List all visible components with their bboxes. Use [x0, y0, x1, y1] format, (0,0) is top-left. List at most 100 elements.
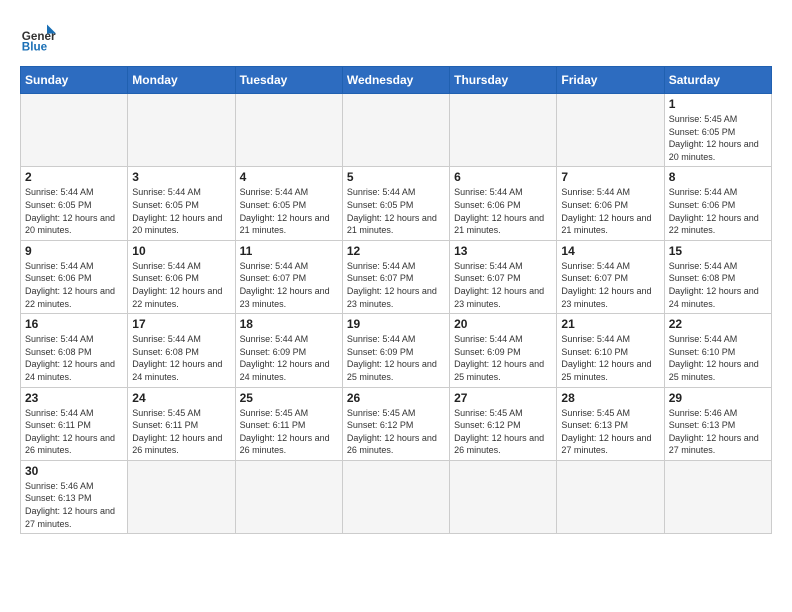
calendar-day-header: Friday: [557, 67, 664, 94]
calendar-day-cell: 26 Sunrise: 5:45 AM Sunset: 6:12 PM Dayli…: [342, 387, 449, 460]
calendar-day-cell: [342, 94, 449, 167]
day-number: 20: [454, 317, 552, 331]
day-info: Sunrise: 5:44 AM Sunset: 6:06 PM Dayligh…: [454, 186, 552, 236]
calendar-day-header: Sunday: [21, 67, 128, 94]
day-info: Sunrise: 5:44 AM Sunset: 6:09 PM Dayligh…: [347, 333, 445, 383]
calendar-day-cell: 10 Sunrise: 5:44 AM Sunset: 6:06 PM Dayli…: [128, 240, 235, 313]
calendar-day-cell: [450, 460, 557, 533]
calendar-day-cell: 11Sunrise: 5:44 AM Sunset: 6:07 PM Dayli…: [235, 240, 342, 313]
svg-text:Blue: Blue: [22, 41, 48, 54]
day-number: 18: [240, 317, 338, 331]
calendar-week-row: 9 Sunrise: 5:44 AM Sunset: 6:06 PM Daylig…: [21, 240, 772, 313]
day-number: 13: [454, 244, 552, 258]
calendar-day-cell: 4 Sunrise: 5:44 AM Sunset: 6:05 PM Daylig…: [235, 167, 342, 240]
calendar-day-cell: 3 Sunrise: 5:44 AM Sunset: 6:05 PM Daylig…: [128, 167, 235, 240]
day-number: 30: [25, 464, 123, 478]
calendar-day-cell: [557, 460, 664, 533]
day-info: Sunrise: 5:44 AM Sunset: 6:10 PM Dayligh…: [669, 333, 767, 383]
day-number: 26: [347, 391, 445, 405]
calendar-day-cell: 21 Sunrise: 5:44 AM Sunset: 6:10 PM Dayli…: [557, 314, 664, 387]
day-number: 25: [240, 391, 338, 405]
calendar-day-cell: 22 Sunrise: 5:44 AM Sunset: 6:10 PM Dayli…: [664, 314, 771, 387]
calendar-day-cell: 17Sunrise: 5:44 AM Sunset: 6:08 PM Dayli…: [128, 314, 235, 387]
calendar-day-cell: 2 Sunrise: 5:44 AM Sunset: 6:05 PM Daylig…: [21, 167, 128, 240]
day-number: 19: [347, 317, 445, 331]
calendar-day-cell: 9 Sunrise: 5:44 AM Sunset: 6:06 PM Daylig…: [21, 240, 128, 313]
day-info: Sunrise: 5:44 AM Sunset: 6:08 PM Dayligh…: [132, 333, 230, 383]
day-number: 9: [25, 244, 123, 258]
day-info: Sunrise: 5:45 AM Sunset: 6:12 PM Dayligh…: [454, 407, 552, 457]
day-number: 7: [561, 170, 659, 184]
day-info: Sunrise: 5:44 AM Sunset: 6:06 PM Dayligh…: [25, 260, 123, 310]
calendar-week-row: 1 Sunrise: 5:45 AM Sunset: 6:05 PM Daylig…: [21, 94, 772, 167]
calendar-week-row: 30 Sunrise: 5:46 AM Sunset: 6:13 PM Dayli…: [21, 460, 772, 533]
calendar-week-row: 23 Sunrise: 5:44 AM Sunset: 6:11 PM Dayli…: [21, 387, 772, 460]
logo-icon: General Blue: [20, 20, 56, 56]
day-info: Sunrise: 5:44 AM Sunset: 6:05 PM Dayligh…: [25, 186, 123, 236]
day-info: Sunrise: 5:46 AM Sunset: 6:13 PM Dayligh…: [669, 407, 767, 457]
calendar-week-row: 16 Sunrise: 5:44 AM Sunset: 6:08 PM Dayli…: [21, 314, 772, 387]
day-info: Sunrise: 5:44 AM Sunset: 6:06 PM Dayligh…: [132, 260, 230, 310]
day-number: 3: [132, 170, 230, 184]
day-info: Sunrise: 5:44 AM Sunset: 6:07 PM Dayligh…: [454, 260, 552, 310]
day-info: Sunrise: 5:44 AM Sunset: 6:06 PM Dayligh…: [669, 186, 767, 236]
calendar-day-header: Thursday: [450, 67, 557, 94]
day-number: 28: [561, 391, 659, 405]
calendar-day-cell: 25Sunrise: 5:45 AM Sunset: 6:11 PM Dayli…: [235, 387, 342, 460]
calendar-day-cell: 15 Sunrise: 5:44 AM Sunset: 6:08 PM Dayli…: [664, 240, 771, 313]
calendar-day-header: Tuesday: [235, 67, 342, 94]
day-info: Sunrise: 5:44 AM Sunset: 6:10 PM Dayligh…: [561, 333, 659, 383]
calendar-day-cell: [21, 94, 128, 167]
calendar-day-header: Saturday: [664, 67, 771, 94]
calendar-day-cell: 24Sunrise: 5:45 AM Sunset: 6:11 PM Dayli…: [128, 387, 235, 460]
calendar-day-cell: 14Sunrise: 5:44 AM Sunset: 6:07 PM Dayli…: [557, 240, 664, 313]
day-number: 23: [25, 391, 123, 405]
calendar-header-row: SundayMondayTuesdayWednesdayThursdayFrid…: [21, 67, 772, 94]
calendar-day-cell: 5 Sunrise: 5:44 AM Sunset: 6:05 PM Daylig…: [342, 167, 449, 240]
day-number: 8: [669, 170, 767, 184]
day-info: Sunrise: 5:44 AM Sunset: 6:09 PM Dayligh…: [240, 333, 338, 383]
day-info: Sunrise: 5:45 AM Sunset: 6:13 PM Dayligh…: [561, 407, 659, 457]
calendar-day-cell: 19 Sunrise: 5:44 AM Sunset: 6:09 PM Dayli…: [342, 314, 449, 387]
calendar-day-cell: [450, 94, 557, 167]
calendar-table: SundayMondayTuesdayWednesdayThursdayFrid…: [20, 66, 772, 534]
day-number: 5: [347, 170, 445, 184]
calendar-day-cell: 6 Sunrise: 5:44 AM Sunset: 6:06 PM Daylig…: [450, 167, 557, 240]
day-info: Sunrise: 5:44 AM Sunset: 6:05 PM Dayligh…: [240, 186, 338, 236]
calendar-day-cell: 30 Sunrise: 5:46 AM Sunset: 6:13 PM Dayli…: [21, 460, 128, 533]
day-info: Sunrise: 5:44 AM Sunset: 6:06 PM Dayligh…: [561, 186, 659, 236]
day-number: 4: [240, 170, 338, 184]
calendar-day-cell: 27 Sunrise: 5:45 AM Sunset: 6:12 PM Dayli…: [450, 387, 557, 460]
day-number: 21: [561, 317, 659, 331]
day-number: 27: [454, 391, 552, 405]
day-number: 11: [240, 244, 338, 258]
day-info: Sunrise: 5:45 AM Sunset: 6:05 PM Dayligh…: [669, 113, 767, 163]
day-info: Sunrise: 5:44 AM Sunset: 6:07 PM Dayligh…: [347, 260, 445, 310]
day-info: Sunrise: 5:44 AM Sunset: 6:07 PM Dayligh…: [561, 260, 659, 310]
day-number: 10: [132, 244, 230, 258]
calendar-day-header: Wednesday: [342, 67, 449, 94]
calendar-day-cell: 18 Sunrise: 5:44 AM Sunset: 6:09 PM Dayli…: [235, 314, 342, 387]
day-info: Sunrise: 5:45 AM Sunset: 6:12 PM Dayligh…: [347, 407, 445, 457]
day-number: 16: [25, 317, 123, 331]
day-info: Sunrise: 5:44 AM Sunset: 6:11 PM Dayligh…: [25, 407, 123, 457]
calendar-day-cell: 16Sunrise: 5:44 AM Sunset: 6:08 PM Dayli…: [21, 314, 128, 387]
day-number: 15: [669, 244, 767, 258]
logo: General Blue: [20, 20, 56, 56]
day-number: 6: [454, 170, 552, 184]
day-info: Sunrise: 5:44 AM Sunset: 6:05 PM Dayligh…: [347, 186, 445, 236]
calendar-day-header: Monday: [128, 67, 235, 94]
day-number: 2: [25, 170, 123, 184]
calendar-day-cell: 23 Sunrise: 5:44 AM Sunset: 6:11 PM Dayli…: [21, 387, 128, 460]
day-number: 22: [669, 317, 767, 331]
calendar-week-row: 2 Sunrise: 5:44 AM Sunset: 6:05 PM Daylig…: [21, 167, 772, 240]
calendar-day-cell: [235, 94, 342, 167]
calendar-day-cell: [128, 94, 235, 167]
calendar-day-cell: 12Sunrise: 5:44 AM Sunset: 6:07 PM Dayli…: [342, 240, 449, 313]
day-info: Sunrise: 5:44 AM Sunset: 6:08 PM Dayligh…: [669, 260, 767, 310]
day-info: Sunrise: 5:44 AM Sunset: 6:09 PM Dayligh…: [454, 333, 552, 383]
day-info: Sunrise: 5:46 AM Sunset: 6:13 PM Dayligh…: [25, 480, 123, 530]
day-number: 1: [669, 97, 767, 111]
calendar-day-cell: 1 Sunrise: 5:45 AM Sunset: 6:05 PM Daylig…: [664, 94, 771, 167]
day-info: Sunrise: 5:44 AM Sunset: 6:05 PM Dayligh…: [132, 186, 230, 236]
